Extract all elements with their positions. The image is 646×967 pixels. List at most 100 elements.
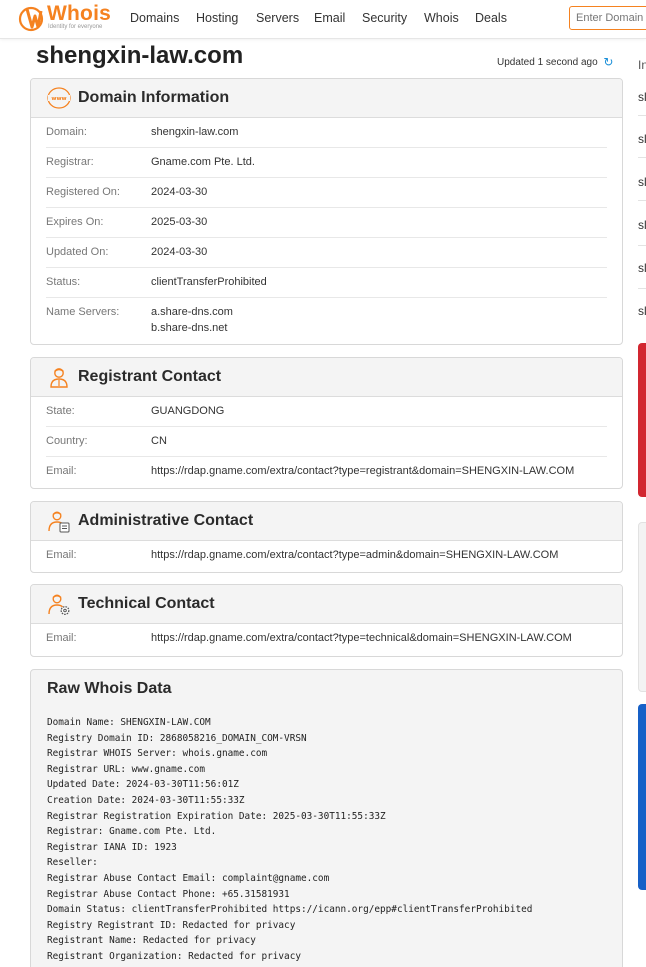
sidebar-divider: [638, 115, 646, 116]
logo-mark-icon: [18, 6, 44, 32]
logo-text: Whois: [47, 2, 111, 25]
nav-deals[interactable]: Deals: [475, 11, 507, 25]
raw-line: Registrar WHOIS Server: whois.gname.com: [47, 748, 268, 760]
sidebar-item[interactable]: sl: [638, 304, 646, 318]
sidebar-item[interactable]: sl: [638, 261, 646, 275]
row-label: Domain:: [46, 126, 87, 138]
technical-person-gear-icon: [48, 594, 70, 615]
person-icon: [50, 368, 68, 388]
raw-line: Registrar: Gname.com Pte. Ltd.: [47, 826, 217, 838]
raw-line: Registrar Abuse Contact Email: complaint…: [47, 872, 330, 884]
raw-line: Registrant Organization: Redacted for pr…: [47, 950, 301, 962]
updated-status: Updated 1 second ago ↻: [497, 55, 613, 69]
raw-whois-text: Domain Name: SHENGXIN-LAW.COM Registry D…: [47, 715, 532, 965]
sidebar-blue-promo[interactable]: [638, 704, 646, 890]
raw-line: Registry Registrant ID: Redacted for pri…: [47, 919, 296, 931]
info-row-registrar: Registrar: Gname.com Pte. Ltd.: [46, 148, 607, 178]
nav-servers[interactable]: Servers: [256, 11, 299, 25]
raw-line: Domain Status: clientTransferProhibited …: [47, 904, 533, 916]
logo-tagline: Identity for everyone: [48, 24, 103, 30]
info-row-registered: Registered On: 2024-03-30: [46, 178, 607, 208]
row-value: clientTransferProhibited: [151, 276, 267, 288]
card-title: Technical Contact: [78, 595, 215, 612]
page-title: shengxin-law.com: [36, 42, 244, 69]
registrant-contact-card: Registrant Contact State: GUANGDONG Coun…: [30, 357, 623, 489]
technical-email-link[interactable]: https://rdap.gname.com/extra/contact?typ…: [151, 632, 572, 644]
card-title: Domain Information: [78, 89, 230, 106]
row-label: Email:: [46, 465, 77, 477]
raw-whois-card: Raw Whois Data Domain Name: SHENGXIN-LAW…: [30, 669, 623, 967]
row-label: Email:: [46, 549, 77, 561]
row-value: Gname.com Pte. Ltd.: [151, 156, 255, 168]
card-title: Administrative Contact: [78, 512, 254, 529]
sidebar-divider: [638, 288, 646, 289]
nav-security[interactable]: Security: [362, 11, 407, 25]
row-label: Status:: [46, 276, 81, 288]
raw-line: Registry Domain ID: 2868058216_DOMAIN_CO…: [47, 732, 307, 744]
row-value: shengxin-law.com: [151, 126, 239, 138]
domain-information-card: www Domain Information Domain: shengxin-…: [30, 78, 623, 345]
raw-whois-title: Raw Whois Data: [47, 680, 172, 697]
domain-search-input[interactable]: [570, 7, 646, 29]
nav-whois[interactable]: Whois: [424, 11, 459, 25]
row-value: 2025-03-30: [151, 216, 208, 228]
raw-line: Registrar IANA ID: 1923: [47, 841, 177, 853]
name-server-2: b.share-dns.net: [151, 322, 228, 334]
row-value: 2024-03-30: [151, 186, 208, 198]
sidebar-divider: [638, 245, 646, 246]
www-globe-icon: www: [47, 87, 71, 109]
technical-row-email: Email: https://rdap.gname.com/extra/cont…: [46, 624, 607, 654]
row-label: Expires On:: [46, 216, 104, 228]
admin-email-link[interactable]: https://rdap.gname.com/extra/contact?typ…: [151, 549, 558, 561]
updated-text: Updated 1 second ago: [497, 57, 598, 68]
sidebar-divider: [638, 157, 646, 158]
row-label: Registrar:: [46, 156, 94, 168]
sidebar-red-promo[interactable]: [638, 343, 646, 497]
whois-logo[interactable]: Whois Identity for everyone: [16, 2, 116, 35]
sidebar-item[interactable]: sl: [638, 175, 646, 189]
raw-line: Reseller:: [47, 857, 98, 869]
raw-line: Domain Name: SHENGXIN-LAW.COM: [47, 717, 211, 728]
card-header: Administrative Contact: [31, 502, 622, 541]
domain-search-box: [569, 6, 646, 30]
row-label: State:: [46, 405, 75, 417]
raw-line: Updated Date: 2024-03-30T11:56:01Z: [47, 779, 239, 791]
refresh-icon[interactable]: ↻: [603, 55, 613, 69]
svg-text:www: www: [51, 96, 66, 102]
nav-hosting[interactable]: Hosting: [196, 11, 238, 25]
name-server-1: a.share-dns.com: [151, 306, 233, 318]
sidebar-item[interactable]: sl: [638, 90, 646, 104]
technical-contact-card: Technical Contact Email: https://rdap.gn…: [30, 584, 623, 657]
nav-email[interactable]: Email: [314, 11, 345, 25]
sidebar-grey-panel: [638, 522, 646, 692]
row-label: Country:: [46, 435, 88, 447]
registrant-row-email: Email: https://rdap.gname.com/extra/cont…: [46, 457, 607, 487]
sidebar-item[interactable]: sl: [638, 218, 646, 232]
sidebar-heading: In: [638, 58, 646, 72]
row-label: Name Servers:: [46, 306, 120, 318]
raw-line: Registrar Registration Expiration Date: …: [47, 810, 386, 822]
row-value: 2024-03-30: [151, 246, 208, 258]
info-row-status: Status: clientTransferProhibited: [46, 268, 607, 298]
row-label: Email:: [46, 632, 77, 644]
admin-person-icon: [48, 511, 70, 533]
card-header: Technical Contact: [31, 585, 622, 624]
row-label: Updated On:: [46, 246, 109, 258]
administrative-contact-card: Administrative Contact Email: https://rd…: [30, 501, 623, 573]
registrant-row-country: Country: CN: [46, 427, 607, 457]
row-value: GUANGDONG: [151, 405, 225, 417]
row-label: Registered On:: [46, 186, 120, 198]
top-navigation-bar: Whois Identity for everyone Domains Host…: [0, 0, 646, 39]
sidebar-divider: [638, 200, 646, 201]
card-title: Registrant Contact: [78, 368, 222, 385]
raw-line: Registrant Name: Redacted for privacy: [47, 935, 256, 947]
nav-domains[interactable]: Domains: [130, 11, 179, 25]
info-row-name-servers: Name Servers: a.share-dns.com b.share-dn…: [46, 298, 607, 344]
sidebar-item[interactable]: sl: [638, 132, 646, 146]
raw-line: Registrar URL: www.gname.com: [47, 763, 206, 775]
raw-line: Creation Date: 2024-03-30T11:55:33Z: [47, 794, 245, 806]
card-header: www Domain Information: [31, 79, 622, 118]
raw-line: Registrar Abuse Contact Phone: +65.31581…: [47, 888, 290, 900]
registrant-email-link[interactable]: https://rdap.gname.com/extra/contact?typ…: [151, 465, 574, 477]
admin-row-email: Email: https://rdap.gname.com/extra/cont…: [46, 541, 607, 571]
